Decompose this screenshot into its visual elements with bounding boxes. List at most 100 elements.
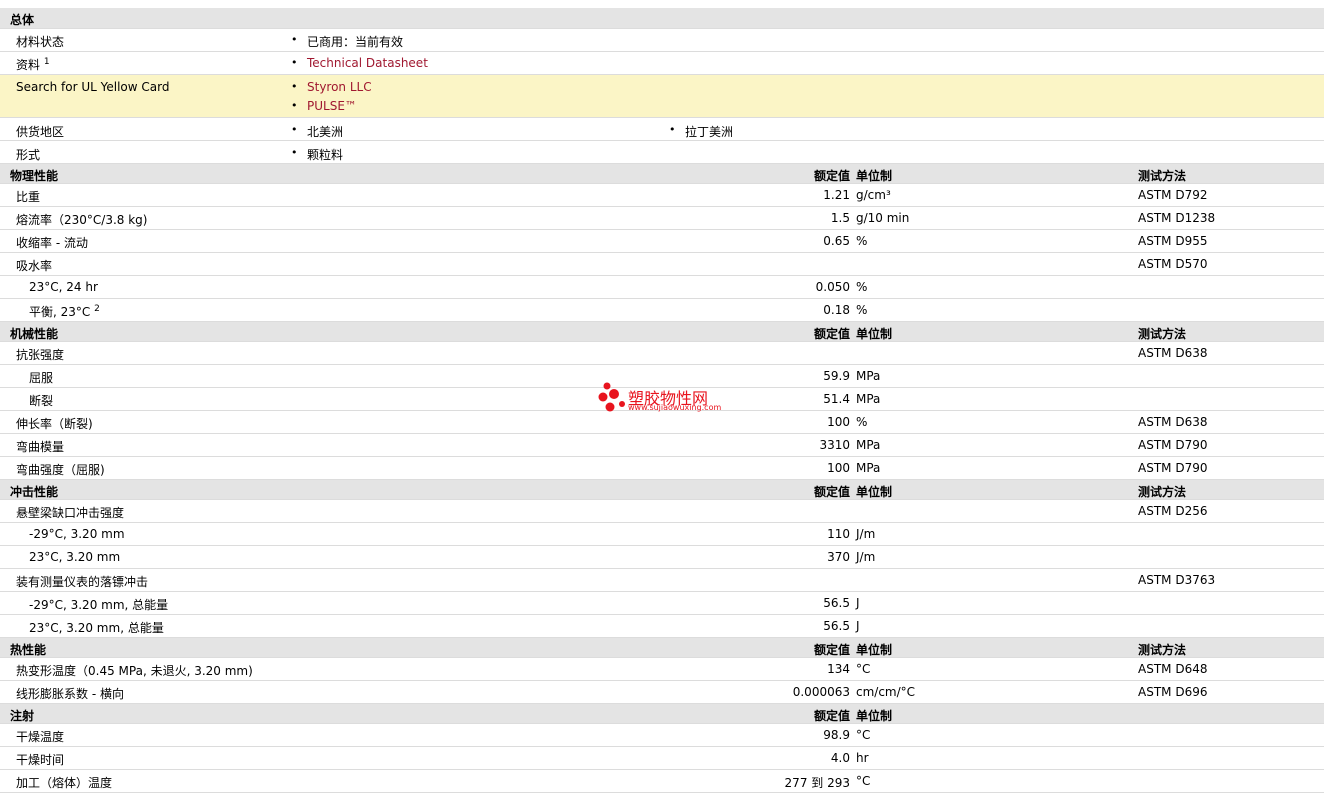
section-title: 总体 — [10, 13, 35, 27]
row-label-text: 伸长率（断裂) — [16, 417, 93, 431]
row-label-text: 悬壁梁缺口冲击强度 — [16, 506, 125, 520]
row-value: 1.21 — [823, 188, 850, 202]
row-value: 0.18 — [823, 303, 850, 317]
row-info: 资料 1 Technical Datasheet — [0, 52, 1324, 75]
watermark-url: www.sujiaowuxing.com — [628, 403, 722, 412]
section-header-impact: 冲击性能 额定值 单位制 测试方法 — [0, 480, 1324, 500]
row-method: ASTM D790 — [1138, 461, 1208, 475]
section-title: 冲击性能 — [10, 485, 59, 499]
footnote-ref: 1 — [43, 57, 50, 67]
row-unit: J — [856, 596, 860, 610]
section-title: 物理性能 — [10, 169, 59, 183]
row-unit: % — [856, 234, 868, 248]
row-label-text: 23°C, 3.20 mm, 总能量 — [29, 621, 164, 635]
row-label: 弯曲模量 — [16, 438, 64, 455]
row-value: 59.9 — [823, 369, 850, 383]
row-label: 断裂 — [29, 392, 53, 409]
table-row: 收缩率 - 流动 0.65% ASTM D955 — [0, 230, 1324, 253]
row-value: 0.000063 — [792, 685, 850, 699]
row-value: 0.65 — [823, 234, 850, 248]
row-label-text: 弯曲强度（屈服) — [16, 463, 105, 477]
row-label: Search for UL Yellow Card — [16, 80, 170, 94]
pulse-link[interactable]: PULSE™ — [307, 99, 357, 113]
table-row: 23°C, 3.20 mm 370 J/m — [0, 546, 1324, 569]
row-label-text: 干燥时间 — [16, 753, 65, 767]
col-header-method: 测试方法 — [1138, 327, 1187, 341]
row-label: 资料 1 — [16, 57, 50, 72]
row-unit: °C — [856, 774, 871, 788]
row-label: 加工（熔体）温度 — [16, 774, 112, 791]
section-header-physical: 物理性能 额定值 单位制 测试方法 — [0, 164, 1324, 184]
col-header-method: 测试方法 — [1138, 485, 1187, 499]
col-header-unit: 单位制 — [856, 485, 893, 499]
row-unit: g/cm³ — [856, 188, 891, 202]
section-title: 机械性能 — [10, 327, 59, 341]
row-label: 材料状态 — [16, 35, 65, 49]
row-label: 比重 — [16, 188, 40, 205]
styron-link[interactable]: Styron LLC — [307, 80, 372, 94]
table-row: 抗张强度 ASTM D638 — [0, 342, 1324, 365]
row-unit: MPa — [856, 392, 881, 406]
row-unit: % — [856, 415, 868, 429]
row-label-text: 23°C, 3.20 mm — [29, 550, 121, 564]
table-row: 弯曲强度（屈服) 100 MPa ASTM D790 — [0, 457, 1324, 480]
row-unit: MPa — [856, 369, 881, 383]
row-value: 277 到 293 — [784, 776, 850, 790]
row-label-text: 平衡, 23°C — [29, 305, 91, 319]
row-label: 吸水率 — [16, 257, 52, 274]
row-label: 悬壁梁缺口冲击强度 — [16, 504, 124, 521]
row-ul-yellow-card: Search for UL Yellow Card Styron LLC PUL… — [0, 75, 1324, 118]
row-method: ASTM D792 — [1138, 188, 1208, 202]
row-method: ASTM D1238 — [1138, 211, 1216, 225]
row-method: ASTM D955 — [1138, 234, 1208, 248]
ul-item: PULSE™ — [291, 99, 357, 113]
row-method: ASTM D638 — [1138, 346, 1208, 360]
table-row: 装有测量仪表的落镖冲击 ASTM D3763 — [0, 569, 1324, 592]
row-label: 干燥时间 — [16, 751, 64, 768]
row-label-text: 加工（熔体）温度 — [16, 776, 113, 790]
row-value: 51.4 — [823, 392, 850, 406]
row-label-text: 熔流率（230°C/3.8 kg) — [16, 213, 148, 227]
technical-datasheet-link[interactable]: Technical Datasheet — [307, 56, 428, 70]
col-header-method: 测试方法 — [1138, 643, 1187, 657]
row-method: ASTM D570 — [1138, 257, 1208, 271]
footnote-ref: 2 — [94, 304, 100, 314]
row-label: 形式 — [16, 148, 41, 162]
col-header-unit: 单位制 — [856, 643, 893, 657]
row-value: 134 — [827, 662, 850, 676]
row-label-text: 断裂 — [29, 394, 54, 408]
row-label: 线形膨胀系数 - 横向 — [16, 685, 124, 702]
row-unit: J/m — [856, 550, 876, 564]
row-label: 熔流率（230°C/3.8 kg) — [16, 211, 147, 228]
row-label-text: 抗张强度 — [16, 348, 65, 362]
section-title: 注射 — [10, 709, 35, 723]
table-row: 干燥时间 4.0 hr — [0, 747, 1324, 770]
region-item: 拉丁美洲 — [669, 123, 733, 140]
col-header-unit: 单位制 — [856, 327, 893, 341]
row-label-text: 屈服 — [29, 371, 54, 385]
row-unit: J/m — [856, 527, 876, 541]
status-value: 已商用：当前有效 — [291, 33, 403, 50]
ul-item: Styron LLC — [291, 80, 372, 94]
row-label-text: 线形膨胀系数 - 横向 — [16, 687, 124, 701]
row-unit: cm/cm/°C — [856, 685, 916, 699]
row-label: 23°C, 24 hr — [29, 280, 98, 294]
row-label: 供货地区 — [16, 125, 65, 139]
row-value: 56.5 — [823, 596, 850, 610]
section-header-mechanical: 机械性能 额定值 单位制 测试方法 — [0, 322, 1324, 342]
row-unit: g/10 min — [856, 211, 910, 225]
row-value: 370 — [827, 550, 850, 564]
row-unit: J — [856, 619, 860, 633]
table-row: 干燥温度 98.9 °C — [0, 724, 1324, 747]
table-row: 热变形温度（0.45 MPa, 未退火, 3.20 mm) 134 °C ASTM D… — [0, 658, 1324, 681]
datasheet-table: 总体 材料状态 已商用：当前有效 资料 1 Technical Datashee… — [0, 0, 1324, 796]
col-header-unit: 单位制 — [856, 169, 893, 183]
row-label: 23°C, 3.20 mm, 总能量 — [29, 619, 164, 636]
row-method: ASTM D648 — [1138, 662, 1208, 676]
row-unit: °C — [856, 728, 871, 742]
col-header-value: 额定值 — [813, 327, 850, 341]
row-value: 3310 — [819, 438, 850, 452]
row-method: ASTM D638 — [1138, 415, 1208, 429]
col-header-method: 测试方法 — [1138, 169, 1187, 183]
row-unit: % — [856, 280, 868, 294]
